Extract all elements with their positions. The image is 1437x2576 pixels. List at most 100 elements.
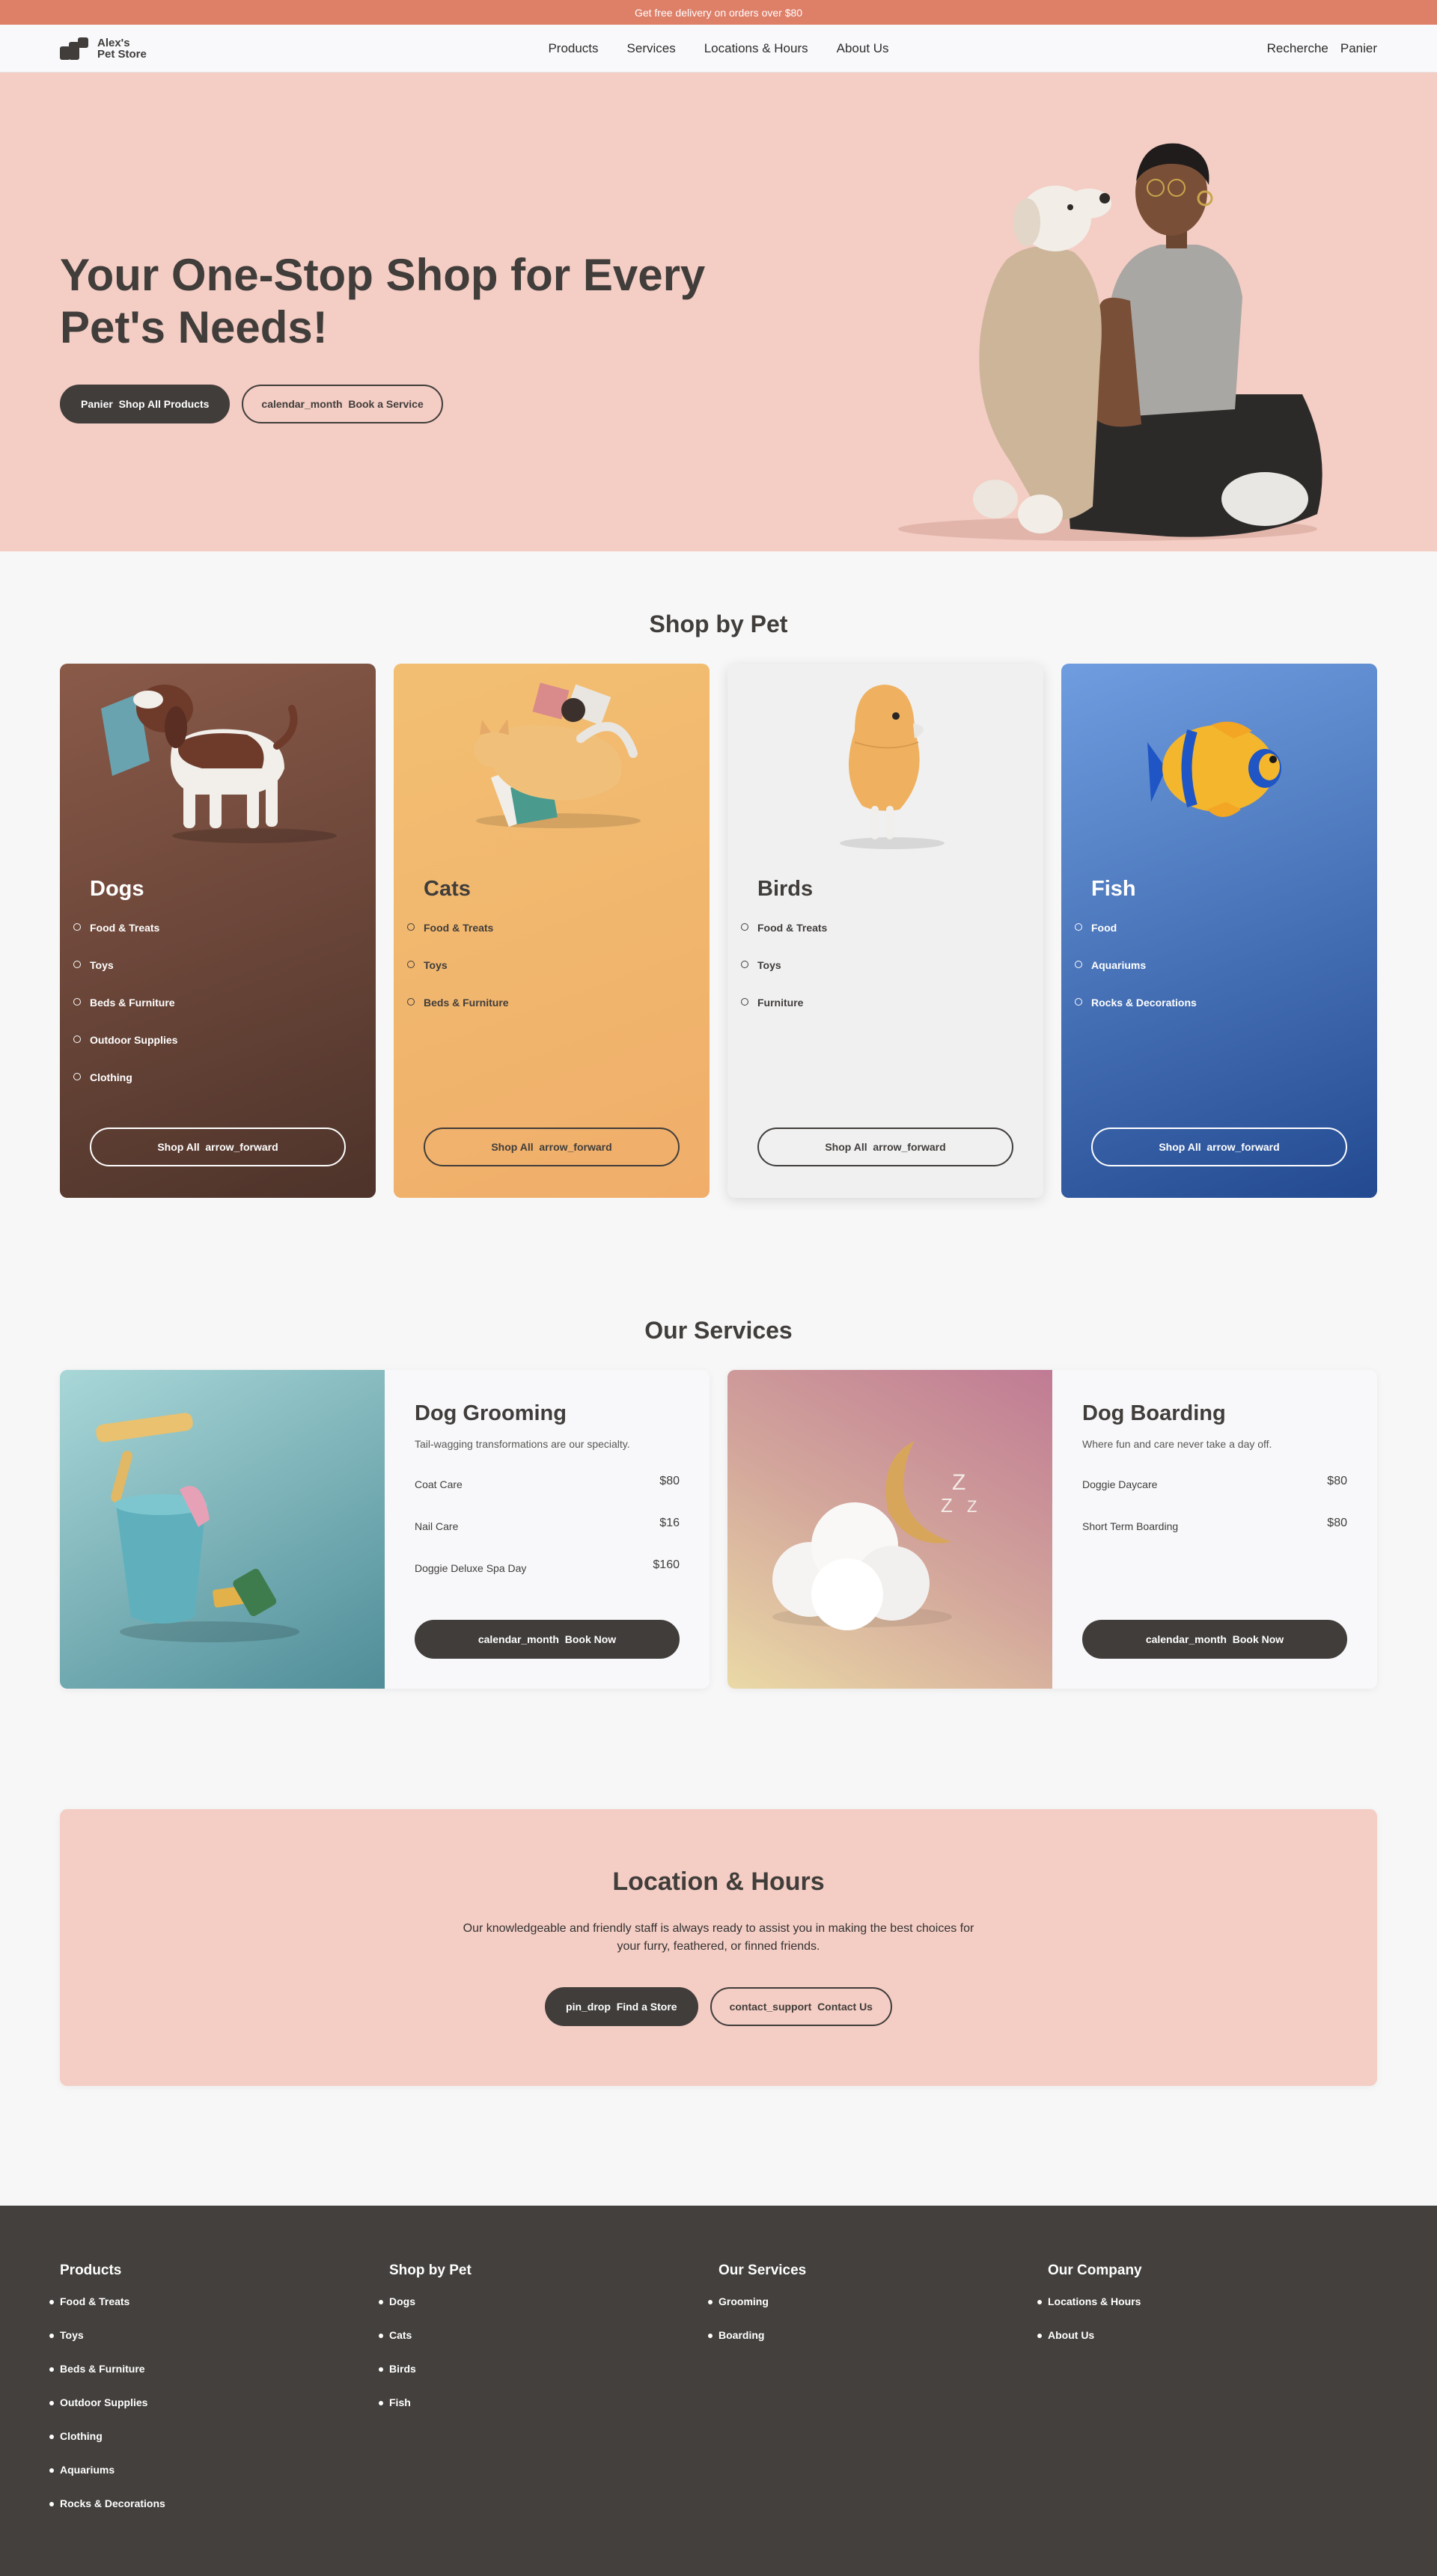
promo-banner: Get free delivery on orders over $80 — [0, 0, 1437, 25]
category-link[interactable]: Aquariums — [1075, 959, 1197, 997]
price-row: Coat Care $80 — [415, 1463, 680, 1505]
service-cards: Dog Grooming Tail-wagging transformation… — [60, 1370, 1377, 1689]
shop-all-cats-button[interactable]: Shop All arrow_forward — [424, 1128, 680, 1166]
boarding-image: Z Z Z — [727, 1370, 1052, 1689]
pet-category-list: Food Aquariums Rocks & Decorations — [1075, 922, 1197, 1034]
footer-col-shop-by-pet: Shop by Pet Dogs Cats Birds Fish — [379, 2263, 472, 2430]
footer-link[interactable]: Clothing — [49, 2430, 165, 2464]
footer-heading: Shop by Pet — [389, 2263, 472, 2278]
site-footer: Products Food & Treats Toys Beds & Furni… — [0, 2206, 1437, 2576]
footer-link[interactable]: Dogs — [379, 2295, 472, 2329]
logo-line-2: Pet Store — [97, 47, 147, 61]
fish-illustration — [1147, 721, 1281, 817]
nav-services[interactable]: Services — [627, 41, 676, 56]
footer-link[interactable]: Beds & Furniture — [49, 2363, 165, 2396]
logo[interactable]: Alex's Pet Store — [60, 36, 147, 61]
book-now-label: Book Now — [564, 1633, 617, 1645]
category-link[interactable]: Toys — [407, 959, 509, 997]
book-service-button[interactable]: calendar_month Book a Service — [242, 385, 443, 423]
service-item: Doggie Deluxe Spa Day — [415, 1562, 527, 1574]
service-price: $80 — [1327, 1517, 1347, 1529]
service-card-grooming: Dog Grooming Tail-wagging transformation… — [60, 1370, 710, 1689]
contact-us-button[interactable]: contact_support Contact Us — [710, 1987, 892, 2026]
footer-col-products: Products Food & Treats Toys Beds & Furni… — [49, 2263, 165, 2531]
footer-link[interactable]: Boarding — [707, 2329, 806, 2363]
pet-card-fish: Fish Food Aquariums Rocks & Decorations … — [1061, 664, 1377, 1198]
pet-card-dogs: Dogs Food & Treats Toys Beds & Furniture… — [60, 664, 376, 1198]
nav-locations[interactable]: Locations & Hours — [704, 41, 808, 56]
boarding-details: Dog Boarding Where fun and care never ta… — [1052, 1370, 1377, 1689]
book-grooming-button[interactable]: calendar_month Book Now — [415, 1620, 680, 1659]
category-link[interactable]: Furniture — [740, 997, 827, 1034]
cart-button[interactable]: Panier — [1340, 41, 1377, 56]
footer-link[interactable]: Cats — [379, 2329, 472, 2363]
svg-text:Z: Z — [967, 1497, 977, 1516]
footer-heading: Our Services — [718, 2263, 807, 2278]
pet-card-title: Dogs — [90, 877, 144, 901]
site-header: Alex's Pet Store Products Services Locat… — [0, 25, 1437, 73]
footer-link[interactable]: Birds — [379, 2363, 472, 2396]
category-link[interactable]: Clothing — [73, 1071, 177, 1109]
find-store-button[interactable]: pin_drop Find a Store — [545, 1987, 698, 2026]
service-item: Coat Care — [415, 1478, 463, 1490]
pet-category-list: Food & Treats Toys Beds & Furniture Outd… — [73, 922, 177, 1109]
footer-link[interactable]: Food & Treats — [49, 2295, 165, 2329]
category-link[interactable]: Beds & Furniture — [73, 997, 177, 1034]
arrow-forward-icon: arrow_forward — [539, 1141, 612, 1153]
category-link[interactable]: Food & Treats — [407, 922, 509, 959]
footer-links: Grooming Boarding — [707, 2295, 806, 2363]
category-link[interactable]: Food — [1075, 922, 1197, 959]
service-title: Dog Boarding — [1082, 1401, 1226, 1425]
shop-all-products-label: Shop All Products — [118, 398, 210, 410]
category-link[interactable]: Food & Treats — [73, 922, 177, 959]
footer-link[interactable]: Grooming — [707, 2295, 806, 2329]
pet-card-birds: Birds Food & Treats Toys Furniture Shop … — [727, 664, 1043, 1198]
category-link[interactable]: Beds & Furniture — [407, 997, 509, 1034]
category-link[interactable]: Toys — [73, 959, 177, 997]
price-row: Short Term Boarding $80 — [1082, 1505, 1347, 1547]
calendar-icon: calendar_month — [478, 1633, 559, 1645]
nav-about[interactable]: About Us — [837, 41, 889, 56]
service-price: $16 — [659, 1517, 680, 1529]
footer-heading: Our Company — [1048, 2263, 1142, 2278]
hero-actions: Panier Shop All Products calendar_month … — [60, 385, 443, 423]
price-list: Doggie Daycare $80 Short Term Boarding $80 — [1082, 1463, 1347, 1547]
grooming-details: Dog Grooming Tail-wagging transformation… — [385, 1370, 710, 1689]
book-boarding-button[interactable]: calendar_month Book Now — [1082, 1620, 1347, 1659]
find-store-label: Find a Store — [616, 2001, 677, 2013]
shop-all-birds-button[interactable]: Shop All arrow_forward — [757, 1128, 1013, 1166]
grooming-image — [60, 1370, 385, 1689]
shop-all-fish-button[interactable]: Shop All arrow_forward — [1091, 1128, 1347, 1166]
footer-link[interactable]: Rocks & Decorations — [49, 2497, 165, 2531]
category-link[interactable]: Outdoor Supplies — [73, 1034, 177, 1071]
svg-text:Z: Z — [952, 1470, 965, 1495]
footer-link[interactable]: Aquariums — [49, 2464, 165, 2497]
arrow-forward-icon: arrow_forward — [1206, 1141, 1280, 1153]
shop-all-products-button[interactable]: Panier Shop All Products — [60, 385, 231, 423]
category-link[interactable]: Toys — [740, 959, 827, 997]
category-link[interactable]: Food & Treats — [740, 922, 827, 959]
footer-link[interactable]: Outdoor Supplies — [49, 2396, 165, 2430]
pet-card-title: Cats — [424, 877, 471, 901]
pet-category-list: Food & Treats Toys Beds & Furniture — [407, 922, 509, 1034]
pet-card-title: Birds — [757, 877, 814, 901]
footer-links: Food & Treats Toys Beds & Furniture Outd… — [49, 2295, 165, 2531]
footer-link[interactable]: Locations & Hours — [1037, 2295, 1142, 2329]
category-link[interactable]: Rocks & Decorations — [1075, 997, 1197, 1034]
footer-link[interactable]: Fish — [379, 2396, 472, 2430]
pet-card-title: Fish — [1091, 877, 1136, 901]
arrow-forward-icon: arrow_forward — [873, 1141, 946, 1153]
service-subtitle: Tail-wagging transformations are our spe… — [415, 1438, 630, 1450]
shop-all-dogs-button[interactable]: Shop All arrow_forward — [90, 1128, 346, 1166]
main-nav: Products Services Locations & Hours Abou… — [0, 25, 1437, 72]
search-button[interactable]: Recherche — [1267, 41, 1328, 56]
nav-products[interactable]: Products — [548, 41, 598, 56]
bird-illustration — [840, 685, 945, 849]
our-services-title: Our Services — [644, 1317, 793, 1344]
grooming-bucket-illustration — [96, 1413, 299, 1642]
footer-links: Locations & Hours About Us — [1037, 2295, 1142, 2363]
footer-link[interactable]: About Us — [1037, 2329, 1142, 2363]
footer-col-company: Our Company Locations & Hours About Us — [1037, 2263, 1142, 2363]
pet-category-list: Food & Treats Toys Furniture — [740, 922, 827, 1034]
footer-link[interactable]: Toys — [49, 2329, 165, 2363]
